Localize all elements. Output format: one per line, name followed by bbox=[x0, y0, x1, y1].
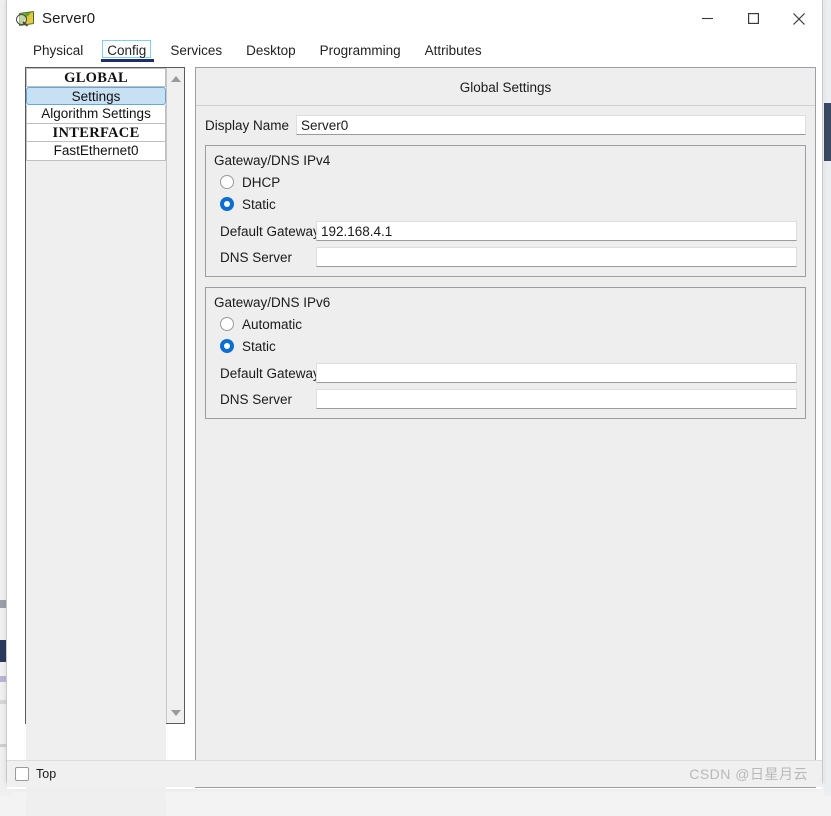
bg-fragment bbox=[824, 103, 831, 161]
tab-label: Programming bbox=[319, 42, 401, 58]
ipv4-default-gateway-label: Default Gateway bbox=[220, 223, 320, 239]
tab-programming[interactable]: Programming bbox=[308, 41, 413, 62]
top-checkbox[interactable] bbox=[15, 767, 29, 781]
title-bar: Server0 bbox=[7, 0, 822, 38]
ipv6-default-gateway-input[interactable] bbox=[316, 363, 797, 383]
tab-config[interactable]: Config bbox=[95, 39, 158, 62]
config-sidebar: GLOBAL Settings Algorithm Settings INTER… bbox=[25, 67, 185, 816]
radio-unselected-icon[interactable] bbox=[220, 175, 234, 189]
ipv6-legend: Gateway/DNS IPv6 bbox=[214, 295, 331, 310]
gateway-dns-ipv4-group: Gateway/DNS IPv4 DHCP Static Default Gat… bbox=[205, 145, 806, 277]
tab-label: Config bbox=[107, 42, 147, 58]
tab-physical[interactable]: Physical bbox=[21, 41, 95, 62]
sidebar-header-global: GLOBAL bbox=[26, 68, 167, 87]
watermark-text: CSDN @日星月云 bbox=[689, 766, 808, 782]
radio-selected-icon[interactable] bbox=[220, 197, 234, 211]
window-controls bbox=[684, 0, 822, 37]
close-button[interactable] bbox=[776, 0, 822, 37]
ipv4-static-label: Static bbox=[242, 196, 276, 212]
maximize-button[interactable] bbox=[730, 0, 776, 37]
content-area: GLOBAL Settings Algorithm Settings INTER… bbox=[7, 64, 822, 816]
sidebar-item-settings[interactable]: Settings bbox=[26, 86, 167, 106]
server-magnifier-icon bbox=[16, 10, 34, 28]
sidebar-item-algorithm-settings[interactable]: Algorithm Settings bbox=[26, 105, 167, 124]
display-name-input[interactable] bbox=[296, 115, 806, 135]
top-checkbox-label: Top bbox=[36, 767, 57, 781]
display-name-row: Display Name bbox=[196, 106, 815, 135]
ipv6-default-gateway-row: Default Gateway bbox=[220, 363, 797, 383]
gateway-dns-ipv6-group: Gateway/DNS IPv6 Automatic Static Defaul… bbox=[205, 287, 806, 419]
ipv6-dns-server-input[interactable] bbox=[316, 389, 797, 409]
tab-desktop[interactable]: Desktop bbox=[234, 41, 308, 62]
minimize-icon bbox=[701, 17, 713, 20]
ipv4-default-gateway-row: Default Gateway bbox=[220, 221, 797, 241]
sidebar-item-label: GLOBAL bbox=[64, 70, 128, 86]
tab-label: Attributes bbox=[424, 42, 482, 58]
tab-services[interactable]: Services bbox=[158, 41, 234, 62]
ipv6-default-gateway-label: Default Gateway bbox=[220, 365, 320, 381]
server-config-window: Server0 Physical Config Services Desktop… bbox=[6, 0, 823, 816]
maximize-icon bbox=[747, 13, 759, 24]
minimize-button[interactable] bbox=[684, 0, 730, 37]
ipv6-automatic-label: Automatic bbox=[242, 316, 303, 332]
ipv6-dns-server-row: DNS Server bbox=[220, 389, 797, 409]
sidebar-scrollbar[interactable] bbox=[166, 68, 184, 723]
ipv4-dns-server-row: DNS Server bbox=[220, 247, 797, 267]
panel-title: Global Settings bbox=[196, 68, 815, 106]
ipv4-dhcp-label: DHCP bbox=[242, 174, 281, 190]
tab-label: Services bbox=[170, 42, 223, 58]
display-name-label: Display Name bbox=[205, 117, 290, 133]
radio-unselected-icon[interactable] bbox=[220, 317, 234, 331]
radio-selected-icon[interactable] bbox=[220, 339, 234, 353]
sidebar-item-label: Settings bbox=[71, 88, 121, 104]
ipv6-static-row[interactable]: Static bbox=[220, 335, 797, 357]
tab-attributes[interactable]: Attributes bbox=[413, 41, 494, 62]
global-settings-panel: Global Settings Display Name Gateway/DNS… bbox=[195, 67, 816, 788]
bottom-bar: Top CSDN @日星月云 bbox=[7, 760, 822, 787]
sidebar-item-fastethernet0[interactable]: FastEthernet0 bbox=[26, 142, 167, 161]
sidebar-item-label: INTERFACE bbox=[52, 124, 140, 141]
ipv4-dns-server-label: DNS Server bbox=[220, 249, 293, 265]
ipv4-dhcp-row[interactable]: DHCP bbox=[220, 171, 797, 193]
triangle-down-icon[interactable] bbox=[167, 704, 184, 721]
sidebar-empty-space bbox=[26, 160, 167, 816]
top-checkbox-row[interactable]: Top bbox=[15, 767, 56, 781]
close-icon bbox=[793, 12, 805, 25]
ipv6-automatic-row[interactable]: Automatic bbox=[220, 313, 797, 335]
ipv4-dns-server-input[interactable] bbox=[316, 247, 797, 267]
sidebar-item-label: FastEthernet0 bbox=[53, 143, 139, 159]
sidebar-list: GLOBAL Settings Algorithm Settings INTER… bbox=[26, 68, 167, 816]
tab-label: Desktop bbox=[246, 42, 296, 58]
sidebar-item-label: Algorithm Settings bbox=[41, 106, 151, 122]
triangle-up-icon[interactable] bbox=[167, 70, 184, 87]
ipv6-dns-server-label: DNS Server bbox=[220, 391, 293, 407]
tab-strip: Physical Config Services Desktop Program… bbox=[7, 38, 822, 64]
sidebar-header-interface: INTERFACE bbox=[26, 123, 167, 143]
ipv4-default-gateway-input[interactable] bbox=[316, 221, 797, 241]
ipv4-static-row[interactable]: Static bbox=[220, 193, 797, 215]
tab-active-underline bbox=[101, 58, 155, 62]
window-title: Server0 bbox=[42, 10, 96, 27]
background-window-sliver-right bbox=[824, 0, 831, 796]
tab-label: Physical bbox=[33, 42, 84, 58]
ipv4-legend: Gateway/DNS IPv4 bbox=[214, 153, 331, 168]
ipv6-static-label: Static bbox=[242, 338, 276, 354]
